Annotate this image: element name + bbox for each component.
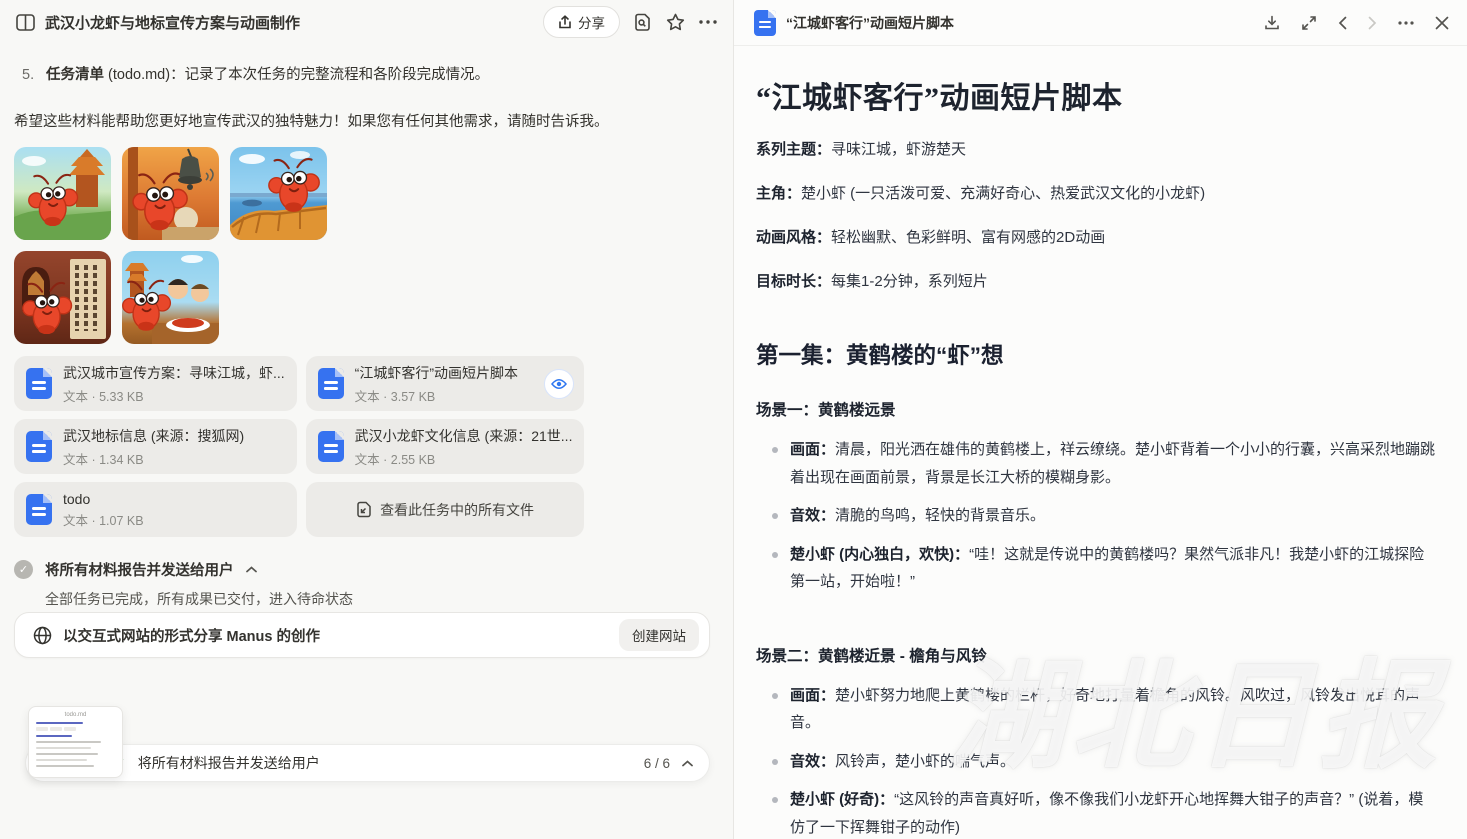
task-progress-label: 将所有材料报告并发送给用户 [137,755,320,771]
file-title: 武汉城市宣传方案：寻味江城，虾... [63,364,285,381]
create-website-card: 以交互式网站的形式分享 Manus 的创作 创建网站 [14,612,710,658]
image-crayfish-on-roof[interactable] [230,147,327,240]
file-card-crayfish-culture[interactable]: 武汉小龙虾文化信息 (来源：21世... 文本 · 2.55 KB [305,419,585,474]
files-icon [356,501,372,518]
preview-title: todo.md [64,712,87,718]
scene-1-heading: 场景一：黄鹤楼远景 [756,402,896,419]
document-icon [317,431,344,462]
file-title: todo [63,490,91,507]
file-meta: 文本 · 1.07 KB [63,513,144,528]
preview-mini-tabs [36,727,115,731]
task-progress-count: 6 / 6 [643,755,670,771]
file-title: 武汉小龙虾文化信息 (来源：21世... [354,427,573,444]
scene-2-visual: 画面：楚小虾努力地爬上黄鹤楼的栏杆，好奇地打量着檐角的风铃。风吹过，风铃发出悦耳… [756,682,1437,737]
document-icon [317,368,344,399]
session-title: 武汉小龙虾与地标宣传方案与动画制作 [45,14,301,32]
view-all-label: 查看此任务中的所有文件 [380,501,535,518]
doc-title: “江城虾客行”动画短片脚本 [756,82,1123,115]
scene-2-heading: 场景二：黄鹤楼近景 - 檐角与风铃 [756,647,987,665]
doc-meta-duration: 目标时长：每集1-2分钟，系列短片 [756,273,988,290]
expand-icon[interactable] [1301,15,1317,31]
closing-message: 希望这些材料能帮助您更好地宣传武汉的独特魅力！如果您有任何其他需求，请随时告诉我… [14,114,609,130]
attachment-grid: 武汉城市宣传方案：寻味江城，虾... 文本 · 5.33 KB “江城虾客行”动… [14,356,585,537]
task-done-circle-icon: ✓ [14,560,33,579]
chevron-right-icon[interactable] [1368,16,1377,30]
file-card-animation-script[interactable]: “江城虾客行”动画短片脚本 文本 · 3.57 KB [305,356,585,411]
file-title: 武汉地标信息 (来源：搜狐网) [63,427,245,444]
episode-title: 第一集：黄鹤楼的“虾”想 [756,343,1004,368]
scene-1-visual: 画面：清晨，阳光洒在雄伟的黄鹤楼上，祥云缭绕。楚小虾背着一个小小的行囊，兴高采烈… [756,436,1437,491]
task-collapse-header[interactable]: ✓ 将所有材料报告并发送给用户 [14,559,709,580]
download-icon[interactable] [1264,15,1280,31]
share-button[interactable]: 分享 [543,6,620,38]
file-meta: 文本 · 3.57 KB [354,389,436,404]
document-icon [754,9,776,36]
doc-meta-style: 动画风格：轻松幽默、色彩鲜明、富有网感的2D动画 [756,229,1106,246]
doc-meta-protagonist: 主角：楚小虾 (一只活泼可爱、充满好奇心、热爱武汉文化的小龙虾) [756,185,1206,202]
document-icon [26,368,52,399]
todo-file-preview-thumbnail[interactable]: todo.md [28,706,123,778]
file-meta: 文本 · 5.33 KB [63,389,144,404]
file-title: “江城虾客行”动画短片脚本 [354,364,518,381]
task-status-text: 全部任务已完成，所有成果已交付，进入待命状态 [45,591,353,607]
chat-header: 武汉小龙虾与地标宣传方案与动画制作 分享 [0,0,733,44]
task-progress-bar[interactable]: ✓ 将所有材料报告并发送给用户 6 / 6 [25,744,710,782]
create-website-button[interactable]: 创建网站 [619,619,699,651]
image-crayfish-bronze-bell[interactable] [122,147,219,240]
scene-1-sound: 音效：清脆的鸟鸣，轻快的背景音乐。 [756,502,1437,530]
more-options-icon[interactable] [699,20,717,24]
list-text: 任务清单 (todo.md)：记录了本次任务的完整流程和各阶段完成情况。 [46,67,490,83]
close-icon[interactable] [1435,16,1449,30]
viewer-title: “江城虾客行”动画短片脚本 [786,14,954,31]
chevron-up-icon[interactable] [682,759,693,767]
image-grid [14,147,344,344]
more-options-icon[interactable] [1398,20,1414,25]
file-card-promo-plan[interactable]: 武汉城市宣传方案：寻味江城，虾... 文本 · 5.33 KB [14,356,297,411]
panel-toggle-icon[interactable] [16,13,35,31]
scene-2-sound: 音效：风铃声，楚小虾的喘气声。 [756,748,1437,776]
document-icon [26,431,52,462]
list-number: 5. [22,67,35,83]
file-card-landmark-info[interactable]: 武汉地标信息 (来源：搜狐网) 文本 · 1.34 KB [14,419,297,474]
scene-2-list: 画面：楚小虾努力地爬上黄鹤楼的栏杆，好奇地打量着檐角的风铃。风吹过，风铃发出悦耳… [756,682,1437,839]
document-viewer-panel: “江城虾客行”动画短片脚本 “江城虾客行”动画短片脚本 系列主题：寻味江城，虾游… [733,0,1467,839]
file-meta: 文本 · 2.55 KB [354,452,436,467]
create-website-text: 以交互式网站的形式分享 Manus 的创作 [63,628,320,645]
chat-panel: 武汉小龙虾与地标宣传方案与动画制作 分享 5. 任务清单 (todo.md)：记… [0,0,733,839]
image-crayfish-family-feast[interactable] [122,251,219,344]
file-meta: 文本 · 1.34 KB [63,452,144,467]
scene-2-dialogue: 楚小虾 (好奇)：“这风铃的声音真好听，像不像我们小龙虾开心地挥舞大钳子的声音？… [756,786,1437,839]
file-card-todo[interactable]: todo 文本 · 1.07 KB [14,482,297,537]
view-all-files-button[interactable]: 查看此任务中的所有文件 [305,482,585,537]
chevron-left-icon[interactable] [1338,16,1347,30]
app-window: 武汉小龙虾与地标宣传方案与动画制作 分享 5. 任务清单 (todo.md)：记… [0,0,1467,839]
scene-1-list: 画面：清晨，阳光洒在雄伟的黄鹤楼上，祥云缭绕。楚小虾背着一个小小的行囊，兴高采烈… [756,436,1437,596]
viewer-header: “江城虾客行”动画短片脚本 [734,0,1467,46]
scene-1-dialogue: 楚小虾 (内心独白，欢快)：“哇！这就是传说中的黄鹤楼吗？果然气派非凡！我楚小虾… [756,541,1437,596]
document-icon [26,494,52,525]
document-content[interactable]: “江城虾客行”动画短片脚本 系列主题：寻味江城，虾游楚天 主角：楚小虾 (一只活… [734,47,1467,839]
globe-icon [33,626,52,645]
doc-meta-theme: 系列主题：寻味江城，虾游楚天 [756,141,967,158]
share-label: 分享 [578,16,605,31]
preview-eye-button[interactable] [544,368,575,399]
share-upload-icon [558,14,572,30]
file-search-icon[interactable] [634,13,652,32]
numbered-list-item: 5. 任务清单 (todo.md)：记录了本次任务的完整流程和各阶段完成情况。 [22,64,709,86]
star-icon[interactable] [666,13,685,31]
chevron-up-icon [245,566,257,573]
image-crayfish-poem-wall[interactable] [14,251,111,344]
image-crayfish-yellow-crane-tower[interactable] [14,147,111,240]
task-title: 将所有材料报告并发送给用户 [45,563,234,579]
